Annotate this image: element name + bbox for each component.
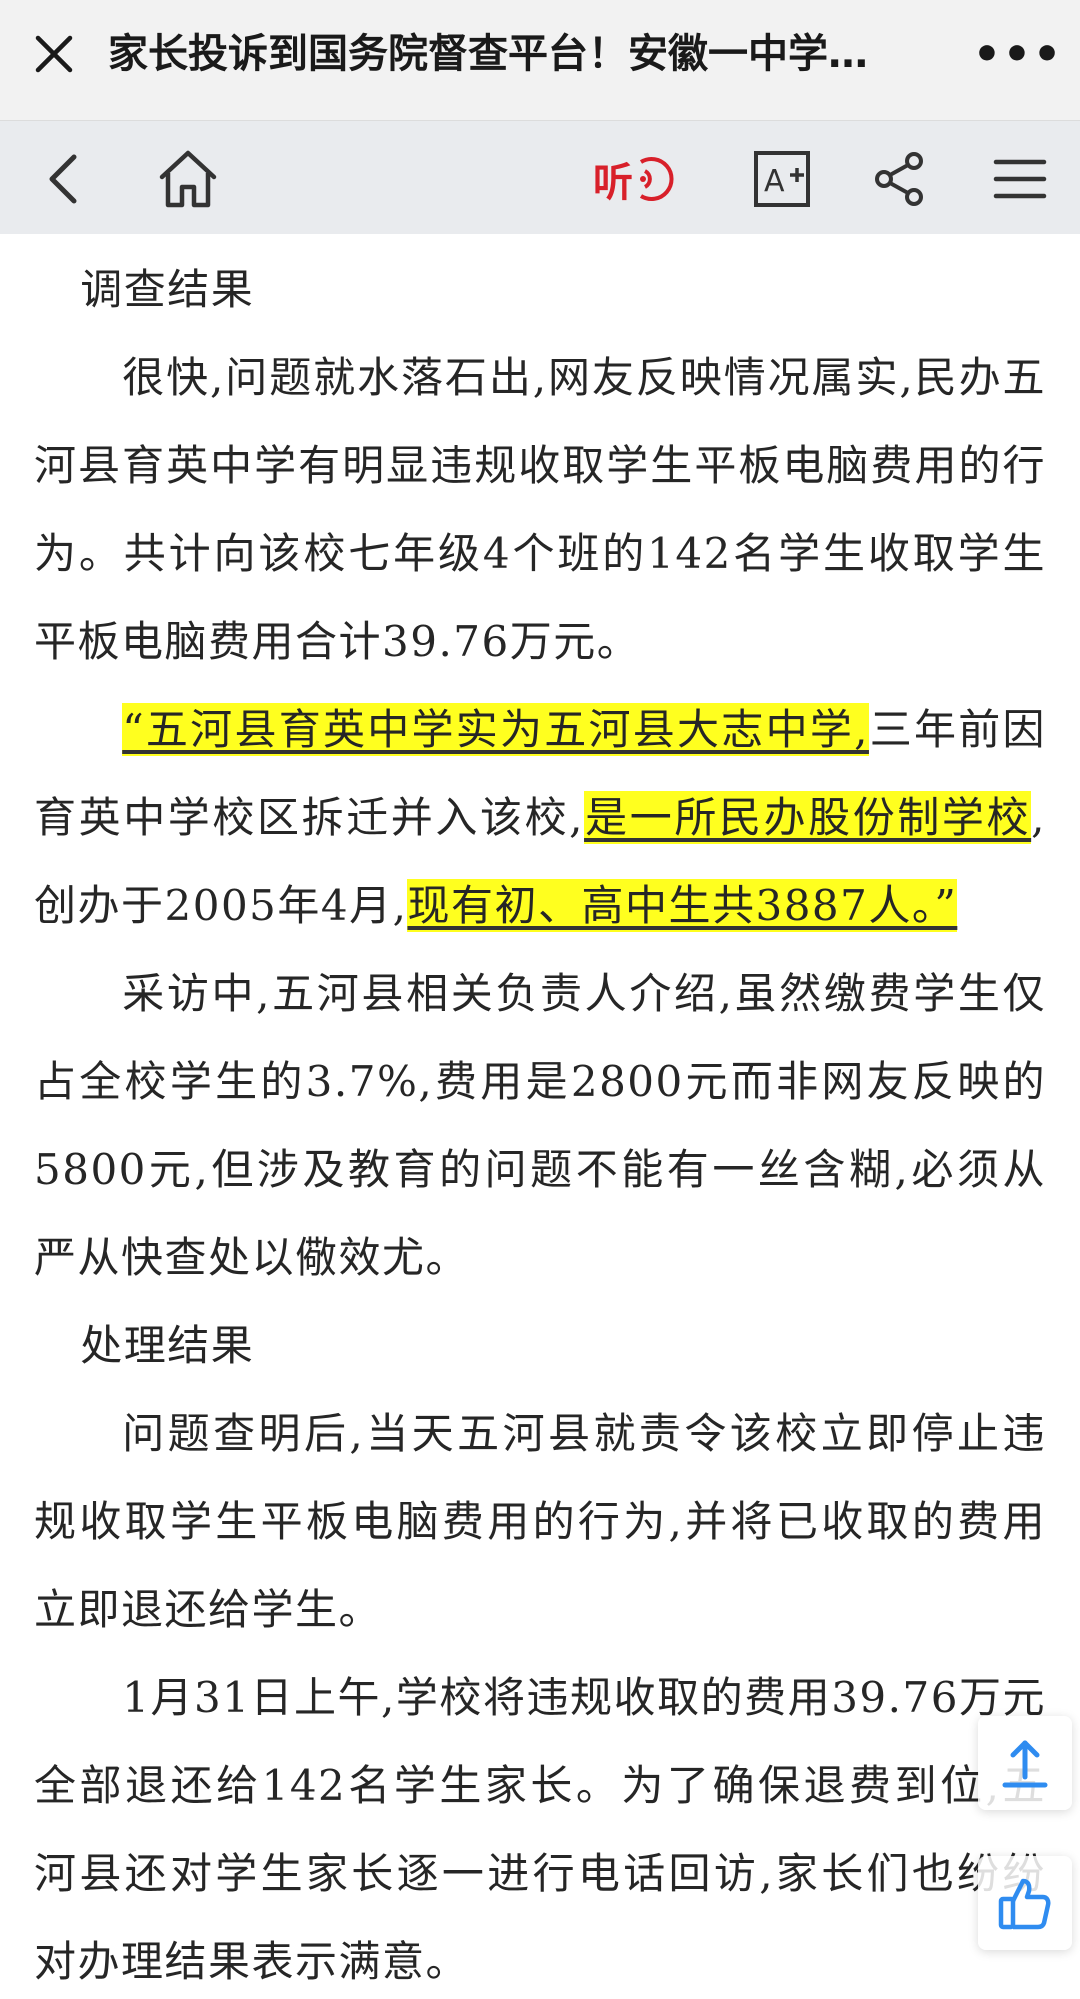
- listen-label: 听: [593, 160, 633, 206]
- browser-toolbar: 听 A: [0, 120, 1080, 234]
- share-button[interactable]: [864, 143, 936, 215]
- article-paragraph: 采访中,五河县相关负责人介绍,虽然缴费学生仅占全校学生的3.7%,费用是2800…: [34, 969, 1046, 1282]
- article-paragraph: 1月31日上午,学校将违规收取的费用39.76万元全部退还给142名学生家长。为…: [34, 1673, 1046, 1986]
- font-size-icon: A: [754, 151, 810, 207]
- article-paragraph: 问题查明后,当天五河县就责令该校立即停止违规收取学生平板电脑费用的行为,并将已收…: [34, 1409, 1046, 1634]
- font-size-button[interactable]: A: [746, 143, 818, 215]
- home-button[interactable]: [152, 143, 224, 215]
- article-paragraph: 很快,问题就水落石出,网友反映情况属实,民办五河县育英中学有明显违规收取学生平板…: [34, 353, 1046, 666]
- thumbs-up-icon: [998, 1878, 1051, 1930]
- menu-icon: [993, 159, 1047, 199]
- article-content: 调查结果 很快,问题就水落石出,网友反映情况属实,民办五河县育英中学有明显违规收…: [0, 234, 1080, 1999]
- highlighted-text: 是一所民办股份制学校: [584, 791, 1032, 844]
- highlighted-text: 现有初、高中生共3887人。”: [407, 879, 958, 932]
- listen-button[interactable]: 听: [586, 143, 682, 215]
- close-button[interactable]: [26, 26, 82, 82]
- like-button[interactable]: [978, 1856, 1072, 1950]
- scroll-top-icon: [1002, 1740, 1048, 1788]
- scroll-top-button[interactable]: [978, 1716, 1072, 1810]
- section-heading-investigation: 调查结果: [80, 265, 255, 314]
- page-title: 家长投诉到国务院督查平台！安徽一中学…: [108, 31, 868, 77]
- title-bar: 家长投诉到国务院督查平台！安徽一中学… •••: [0, 0, 1080, 120]
- share-icon: [875, 152, 923, 206]
- article-paragraph-quote: “五河县育英中学实为五河县大志中学,三年前因育英中学校区拆迁并入该校,是一所民办…: [34, 686, 1046, 950]
- listen-audio-icon: [639, 157, 674, 201]
- chevron-left-icon: [49, 154, 77, 204]
- highlighted-text: “五河县育英中学实为五河县大志中学,: [122, 703, 869, 756]
- back-button[interactable]: [28, 143, 100, 215]
- menu-button[interactable]: [984, 143, 1056, 215]
- svg-text:A: A: [764, 164, 785, 199]
- home-icon: [159, 150, 217, 208]
- more-options-button[interactable]: •••: [973, 24, 1061, 84]
- close-icon: [35, 35, 73, 73]
- section-heading-result: 处理结果: [80, 1321, 255, 1370]
